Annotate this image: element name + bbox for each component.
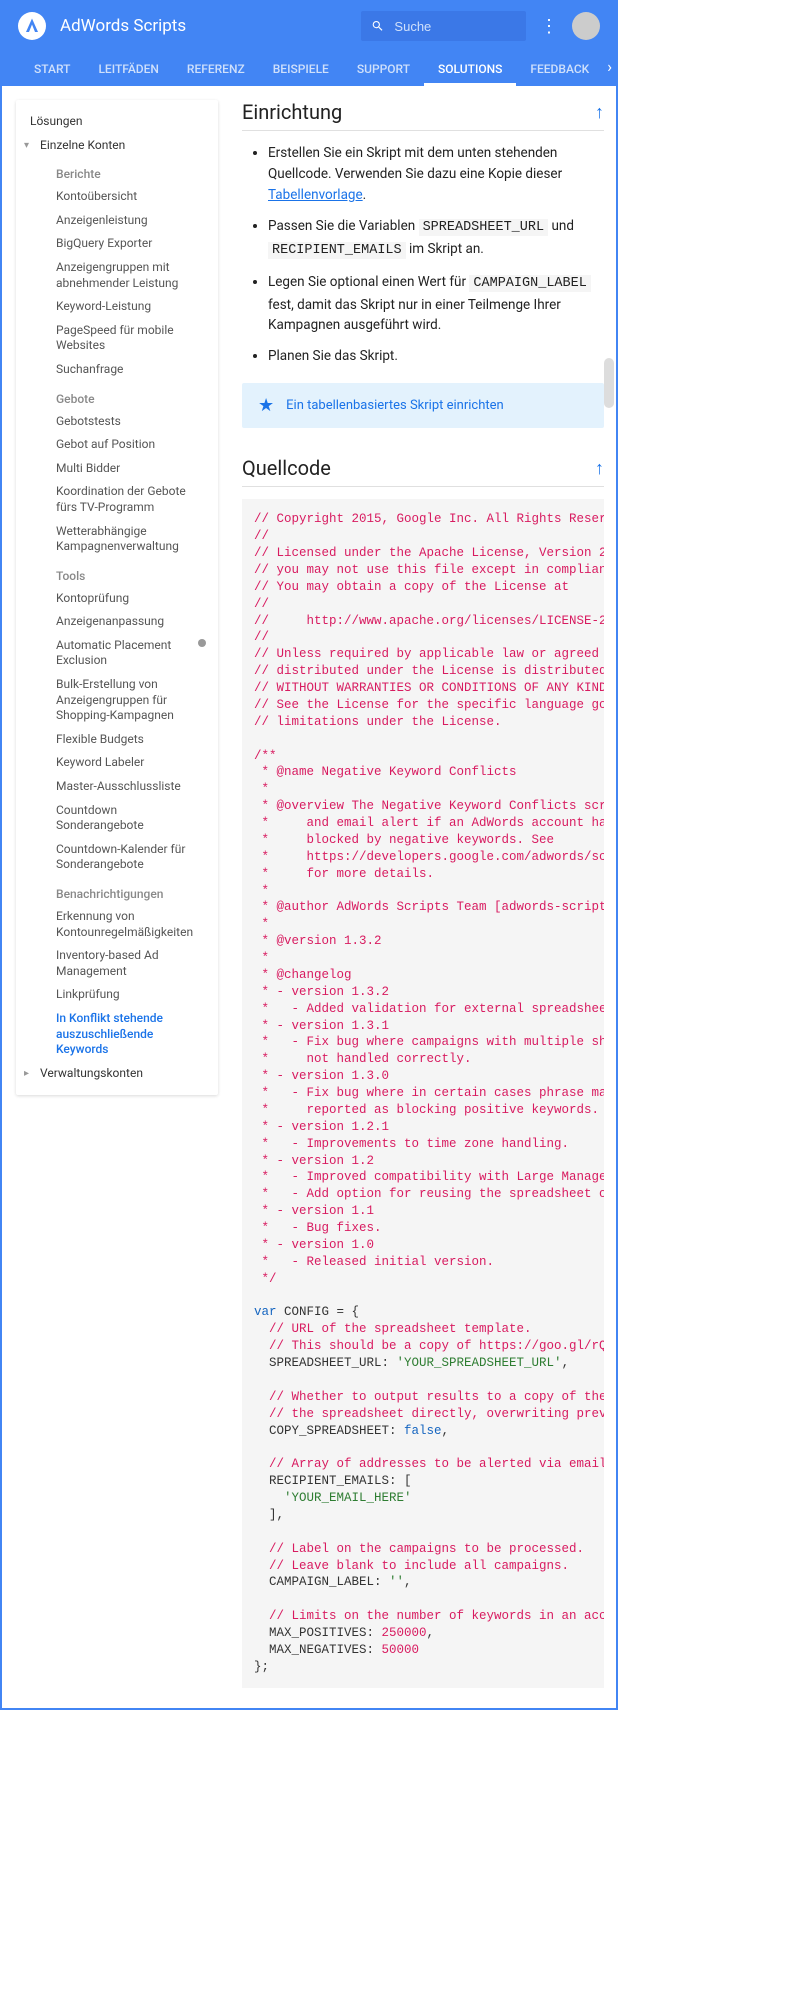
header-bar: AdWords Scripts ⋮ [2, 2, 616, 50]
tab-feedback[interactable]: FEEDBACK [516, 62, 603, 86]
star-icon: ★ [258, 395, 274, 416]
tabs-scroll-right-icon[interactable]: › [603, 57, 616, 86]
template-link[interactable]: Tabellenvorlage [268, 187, 363, 203]
section-setup-title: Einrichtung [242, 100, 595, 124]
search-box[interactable] [361, 11, 526, 41]
main-content: Einrichtung ↑ Erstellen Sie ein Skript m… [226, 86, 616, 1708]
section-code-title: Quellcode [242, 456, 595, 480]
code-block[interactable]: // Copyright 2015, Google Inc. All Right… [242, 499, 604, 1687]
scroll-top-icon-2[interactable]: ↑ [595, 458, 604, 479]
sidebar-item[interactable]: Wetterabhängige Kampagnenverwaltung [16, 520, 218, 559]
content-scrollbar[interactable] [604, 88, 614, 1548]
tab-start[interactable]: START [20, 62, 84, 86]
sidebar-item[interactable]: In Konflikt stehende auszuschließende Ke… [16, 1007, 218, 1062]
app-logo[interactable] [18, 12, 46, 40]
sidebar-item[interactable]: Countdown Sonderangebote [16, 799, 218, 838]
tab-leitfaeden[interactable]: LEITFÄDEN [84, 62, 172, 86]
setup-step-4: Planen Sie das Skript. [268, 346, 604, 367]
tip-box: ★ Ein tabellenbasiertes Skript einrichte… [242, 383, 604, 428]
sidebar-item[interactable]: Inventory-based Ad Management [16, 944, 218, 983]
sidebar-group-3: Benachrichtigungen [16, 877, 218, 905]
sidebar-item[interactable]: Erkennung von Kontounregelmäßigkeiten [16, 905, 218, 944]
sidebar-section-accounts[interactable]: Einzelne Konten▾ [16, 134, 218, 158]
sidebar-item[interactable]: Automatic Placement Exclusion [16, 634, 218, 673]
sidebar-root[interactable]: Lösungen [16, 110, 218, 134]
scroll-top-icon[interactable]: ↑ [595, 102, 604, 123]
sidebar-group-1: Gebote [16, 382, 218, 410]
sidebar-group-2: Tools [16, 559, 218, 587]
more-icon[interactable]: ⋮ [540, 16, 558, 37]
avatar[interactable] [572, 12, 600, 40]
sidebar-item[interactable]: Kontoprüfung [16, 587, 218, 611]
sidebar-item[interactable]: Flexible Budgets [16, 728, 218, 752]
sidebar-item[interactable]: Koordination der Gebote fürs TV-Programm [16, 480, 218, 519]
code-recipient-emails: RECIPIENT_EMAILS [268, 242, 406, 259]
sidebar-section-mcc[interactable]: Verwaltungskonten▸ [16, 1062, 218, 1086]
sidebar-item[interactable]: Anzeigenanpassung [16, 610, 218, 634]
sidebar-item[interactable]: Gebotstests [16, 410, 218, 434]
nav-tabs: START LEITFÄDEN REFERENZ BEISPIELE SUPPO… [2, 50, 616, 86]
sidebar-item[interactable]: Anzeigenleistung [16, 209, 218, 233]
tab-beispiele[interactable]: BEISPIELE [259, 62, 343, 86]
sidebar-group-0: Berichte [16, 157, 218, 185]
code-campaign-label: CAMPAIGN_LABEL [469, 275, 590, 292]
search-icon [371, 18, 384, 34]
sidebar-item[interactable]: Countdown-Kalender für Sonderangebote [16, 838, 218, 877]
sidebar-item[interactable]: Kontoübersicht [16, 185, 218, 209]
sidebar-item[interactable]: Gebot auf Position [16, 433, 218, 457]
flag-icon [196, 637, 208, 649]
tab-referenz[interactable]: REFERENZ [173, 62, 259, 86]
setup-steps: Erstellen Sie ein Skript mit dem unten s… [242, 143, 604, 367]
setup-step-2: Passen Sie die Variablen SPREADSHEET_URL… [268, 216, 604, 262]
sidebar-item[interactable]: BigQuery Exporter [16, 232, 218, 256]
sidebar-item[interactable]: PageSpeed für mobile Websites [16, 319, 218, 358]
setup-step-1: Erstellen Sie ein Skript mit dem unten s… [268, 143, 604, 206]
tab-support[interactable]: SUPPORT [343, 62, 424, 86]
sidebar-item[interactable]: Keyword-Leistung [16, 295, 218, 319]
sidebar-item[interactable]: Anzeigengruppen mit abnehmender Leistung [16, 256, 218, 295]
sidebar: LösungenEinzelne Konten▾BerichteKontoübe… [2, 86, 226, 1708]
scrollbar-thumb[interactable] [604, 358, 614, 408]
tab-solutions[interactable]: SOLUTIONS [424, 62, 516, 86]
sidebar-item[interactable]: Keyword Labeler [16, 751, 218, 775]
code-spreadsheet-url: SPREADSHEET_URL [419, 219, 549, 236]
sidebar-item[interactable]: Suchanfrage [16, 358, 218, 382]
app-title: AdWords Scripts [60, 16, 361, 36]
tip-link[interactable]: Ein tabellenbasiertes Skript einrichten [286, 398, 504, 413]
search-input[interactable] [394, 19, 516, 34]
sidebar-item[interactable]: Bulk-Erstellung von Anzeigengruppen für … [16, 673, 218, 728]
setup-step-3: Legen Sie optional einen Wert für CAMPAI… [268, 272, 604, 337]
chevron-down-icon: ▾ [24, 139, 29, 152]
chevron-right-icon: ▸ [24, 1067, 29, 1080]
sidebar-item[interactable]: Master-Ausschlussliste [16, 775, 218, 799]
sidebar-item[interactable]: Linkprüfung [16, 983, 218, 1007]
sidebar-item[interactable]: Multi Bidder [16, 457, 218, 481]
